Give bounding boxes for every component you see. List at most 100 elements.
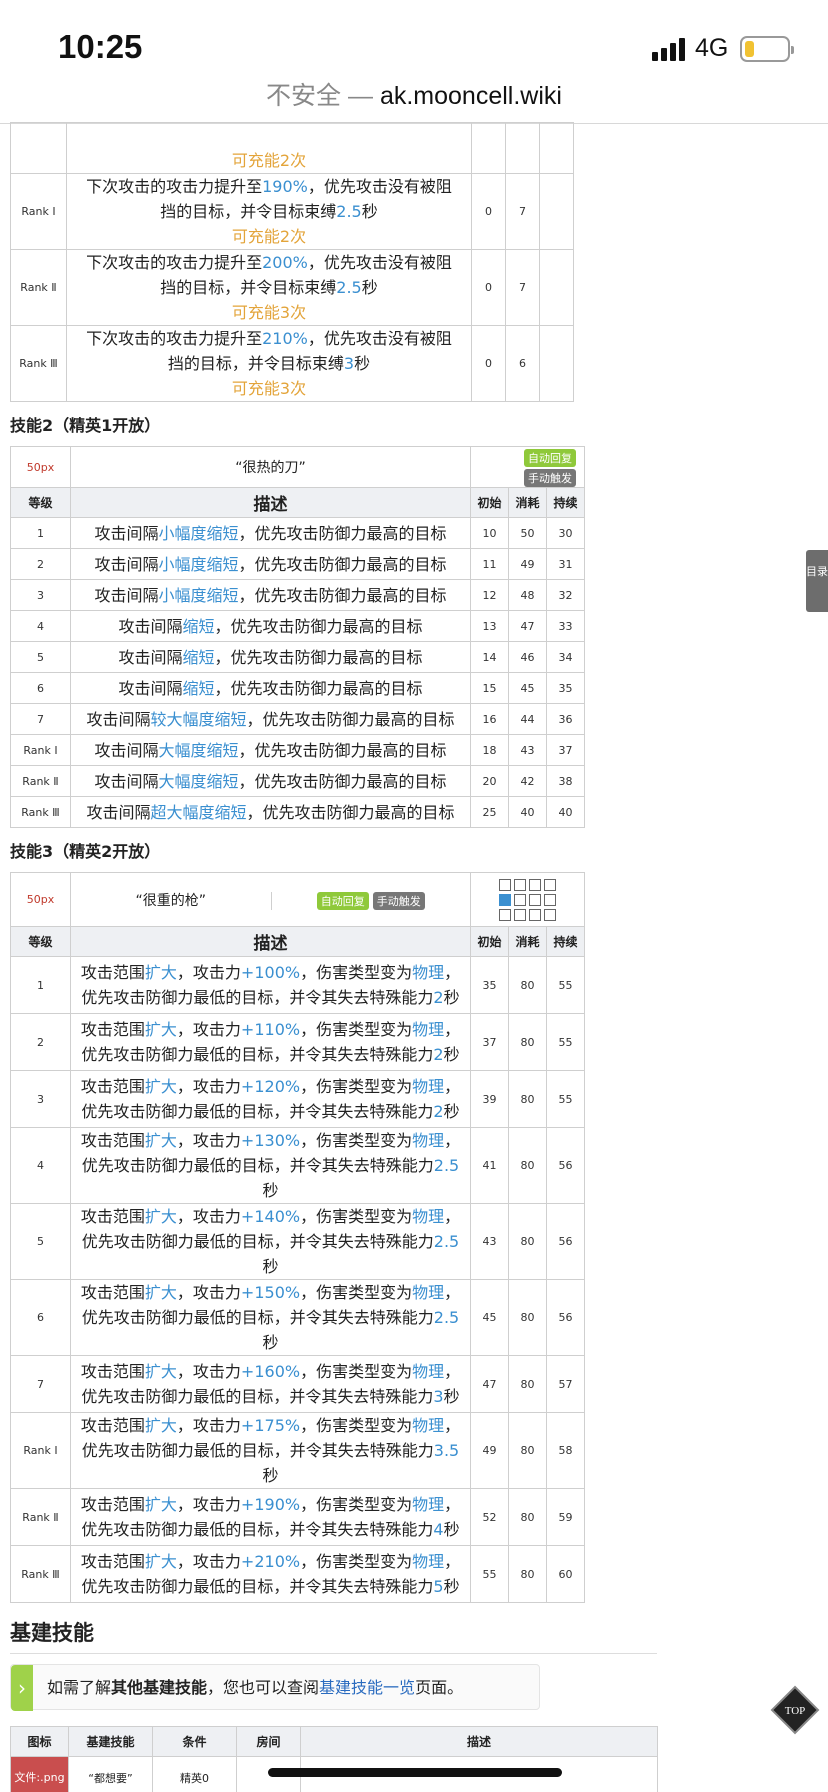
desc-cell: 攻击间隔小幅度缩短，优先攻击防御力最高的目标 <box>70 517 471 549</box>
desc-highlight: 扩大 <box>144 1362 177 1381</box>
desc-highlight: 扩大 <box>144 1020 177 1039</box>
init-cell: 43 <box>470 1203 509 1280</box>
level-cell: 6 <box>10 672 71 704</box>
desc-text: 攻击间隔 <box>94 740 159 760</box>
desc-text: 攻击间隔 <box>118 616 183 636</box>
desc-cell: 攻击间隔小幅度缩短，优先攻击防御力最高的目标 <box>70 579 471 611</box>
cost-cell: 45 <box>508 672 547 704</box>
table-row: Rank Ⅱ 下次攻击的攻击力提升至200%，优先攻击没有被阻挡的目标，并令目标束… <box>10 249 658 326</box>
init-cell: 15 <box>470 672 509 704</box>
desc-text: 攻击范围 <box>80 963 145 982</box>
desc-text: 攻击范围 <box>80 1362 145 1381</box>
dur-cell: 56 <box>545 1279 586 1356</box>
toc-tab[interactable]: 目录 <box>806 550 828 612</box>
auto-recover-tag: 自动回复 <box>316 891 369 910</box>
cost-cell: 80 <box>508 1545 547 1603</box>
desc-highlight: 2.5 <box>433 1232 460 1251</box>
col-init: 初始 <box>470 487 509 518</box>
status-bar: 10:25 4G <box>0 0 828 76</box>
table-row: Rank Ⅲ 攻击间隔超大幅度缩短，优先攻击防御力最高的目标 25 40 40 <box>10 796 658 828</box>
desc-cell: 攻击范围扩大，攻击力+130%，伤害类型变为物理，优先攻击防御力最低的目标，并令… <box>70 1127 471 1204</box>
desc-highlight: 210% <box>262 329 308 348</box>
table-row: 2 攻击范围扩大，攻击力+110%，伤害类型变为物理，优先攻击防御力最低的目标，并… <box>10 1013 658 1071</box>
dur-cell: 56 <box>545 1203 586 1280</box>
cost-cell: 80 <box>508 1127 547 1204</box>
desc-text: ，优先攻击防御力最高的目标 <box>238 740 447 760</box>
desc-highlight: 3 <box>433 1387 444 1406</box>
desc-cell: 下次攻击的攻击力提升至190%，优先攻击没有被阻挡的目标，并令目标束缚2.5秒可… <box>66 173 472 250</box>
desc-cell: 攻击范围扩大，攻击力+160%，伤害类型变为物理，优先攻击防御力最低的目标，并令… <box>70 1355 471 1413</box>
desc-text: ，攻击力 <box>176 1207 241 1226</box>
skill2-table: 50px “很热的刀” 自动回复手动触发 等级 描述 初始 消耗 持续 1 攻击间… <box>10 446 658 828</box>
desc-text: ，优先攻击防御力最高的目标 <box>246 709 455 729</box>
desc-highlight: 4 <box>433 1520 444 1539</box>
desc-text: 秒 <box>262 1257 279 1276</box>
desc-highlight: 小幅度缩短 <box>158 585 239 605</box>
desc-text: ，伤害类型变为 <box>300 1495 413 1514</box>
address-bar[interactable]: 不安全 — ak.mooncell.wiki <box>0 76 828 124</box>
level-cell: 4 <box>10 610 71 642</box>
level-cell: Rank Ⅲ <box>10 796 71 828</box>
desc-highlight: 超大幅度缩短 <box>150 802 247 822</box>
dur-cell: 33 <box>545 610 586 642</box>
desc-text: ，优先攻击防御力最高的目标 <box>238 554 447 574</box>
battery-icon <box>740 36 794 62</box>
desc-highlight: 缩短 <box>182 647 215 667</box>
level-cell: 3 <box>10 1070 71 1128</box>
desc-highlight: 扩大 <box>144 1416 177 1435</box>
missing-file-icon[interactable]: 文件:.png <box>10 1756 69 1792</box>
skill3-table: 50px “很重的枪” 自动回复 手动触发 等级 描述 初始 消耗 持续 1 攻击范围… <box>10 872 658 1603</box>
desc-text: 下次攻击的攻击力提升至 <box>86 253 263 272</box>
desc-cell: 攻击范围扩大，攻击力+190%，伤害类型变为物理，优先攻击防御力最低的目标，并令… <box>70 1488 471 1546</box>
desc-text: 攻击范围 <box>80 1495 145 1514</box>
table-row: 5 攻击间隔缩短，优先攻击防御力最高的目标 14 46 34 <box>10 641 658 673</box>
desc-highlight: 物理 <box>412 1362 445 1381</box>
cost-cell: 6 <box>505 325 540 402</box>
desc-cell: 下次攻击的攻击力提升至210%，优先攻击没有被阻挡的目标，并令目标束缚3秒 可充能… <box>66 325 472 402</box>
desc-highlight: 物理 <box>412 1131 445 1150</box>
col-dur: 持续 <box>545 487 586 518</box>
charge-text: 可充能3次 <box>231 379 307 398</box>
desc-highlight: 小幅度缩短 <box>158 523 239 543</box>
notice-text-1: 如需了解 <box>47 1678 112 1697</box>
desc-text: ，伤害类型变为 <box>300 963 413 982</box>
desc-cell: 攻击间隔缩短，优先攻击防御力最高的目标 <box>70 641 471 673</box>
cell-signal-icon <box>652 37 688 61</box>
dur-cell <box>539 122 574 174</box>
desc-text: 秒 <box>443 1102 460 1121</box>
desc-highlight: 扩大 <box>144 1207 177 1226</box>
desc-text: 秒 <box>262 1466 279 1485</box>
desc-cell: 攻击范围扩大，攻击力+120%，伤害类型变为物理，优先攻击防御力最低的目标，并令… <box>70 1070 471 1128</box>
col-desc: 描述 <box>70 926 471 957</box>
base-skill-list-link[interactable]: 基建技能一览 <box>319 1678 415 1697</box>
charge-text: 可充能2次 <box>231 227 307 246</box>
cost-cell: 80 <box>508 1070 547 1128</box>
level-cell: 5 <box>10 1203 71 1280</box>
desc-highlight: 物理 <box>412 1283 445 1302</box>
desc-text: 攻击间隔 <box>118 647 183 667</box>
desc-text: 秒 <box>443 1045 460 1064</box>
desc-text: 攻击范围 <box>80 1077 145 1096</box>
dur-cell: 57 <box>545 1355 586 1413</box>
skill3-range: 50px <box>10 872 71 927</box>
desc-highlight: 缩短 <box>182 616 215 636</box>
desc-text: 秒 <box>443 988 460 1007</box>
level-cell: Rank Ⅱ <box>10 1488 71 1546</box>
desc-text: 攻击范围 <box>80 1283 145 1302</box>
init-cell: 12 <box>470 579 509 611</box>
desc-text: ，攻击力 <box>176 1077 241 1096</box>
cost-cell: 7 <box>505 173 540 250</box>
init-cell: 41 <box>470 1127 509 1204</box>
desc-highlight: 190% <box>262 177 308 196</box>
desc-highlight: 5 <box>433 1577 444 1596</box>
desc-text: 攻击间隔 <box>94 554 159 574</box>
clock: 10:25 <box>58 28 143 65</box>
desc-highlight: 2.5 <box>336 202 362 221</box>
cost-cell: 42 <box>508 765 547 797</box>
desc-highlight: +175% <box>240 1416 301 1435</box>
desc-text: ，攻击力 <box>176 1020 241 1039</box>
desc-highlight: 2 <box>433 1102 444 1121</box>
desc-cell: 攻击间隔缩短，优先攻击防御力最高的目标 <box>70 610 471 642</box>
back-to-top-button[interactable]: TOP <box>770 1685 820 1735</box>
desc-highlight: 扩大 <box>144 1283 177 1302</box>
